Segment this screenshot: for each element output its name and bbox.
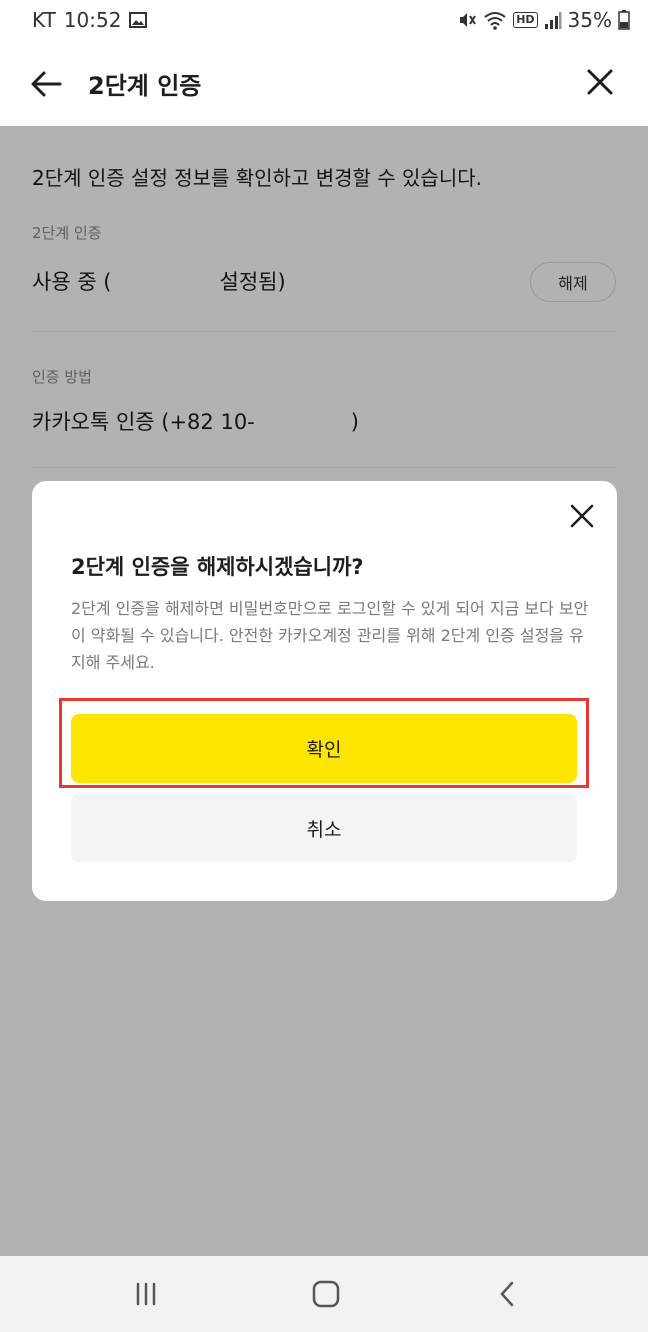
confirm-dialog: 2단계 인증을 해제하시겠습니까? 2단계 인증을 해제하면 비밀번호만으로 로… xyxy=(32,481,617,901)
recent-apps-icon[interactable] xyxy=(128,1278,164,1310)
arrow-left-icon[interactable] xyxy=(26,64,66,104)
page-title: 2단계 인증 xyxy=(88,72,202,100)
clock: 10:52 xyxy=(63,8,122,32)
status-bar: KT 10:52 HD 35% xyxy=(0,0,648,40)
carrier-label: KT xyxy=(32,8,56,32)
dialog-title: 2단계 인증을 해제하시겠습니까? xyxy=(71,555,364,579)
image-icon xyxy=(129,12,148,28)
cancel-button[interactable]: 취소 xyxy=(71,794,577,862)
app-header: 2단계 인증 xyxy=(0,40,648,126)
dialog-message: 2단계 인증을 해제하면 비밀번호만으로 로그인할 수 있게 되어 지금 보다 … xyxy=(71,599,589,672)
status-left: KT 10:52 xyxy=(32,8,148,32)
system-nav-bar xyxy=(0,1256,648,1332)
hd-icon: HD xyxy=(513,12,538,28)
home-icon[interactable] xyxy=(308,1278,344,1310)
battery-percent: 35% xyxy=(567,8,612,32)
back-nav-icon[interactable] xyxy=(490,1278,526,1310)
status-right: HD 35% xyxy=(457,8,630,32)
dialog-close-icon[interactable] xyxy=(567,501,597,531)
signal-icon xyxy=(544,12,562,29)
mute-vibrate-icon xyxy=(460,13,477,27)
wifi-icon xyxy=(484,12,506,30)
confirm-button[interactable]: 확인 xyxy=(71,714,577,783)
close-icon[interactable] xyxy=(582,64,618,100)
battery-icon xyxy=(618,10,630,30)
